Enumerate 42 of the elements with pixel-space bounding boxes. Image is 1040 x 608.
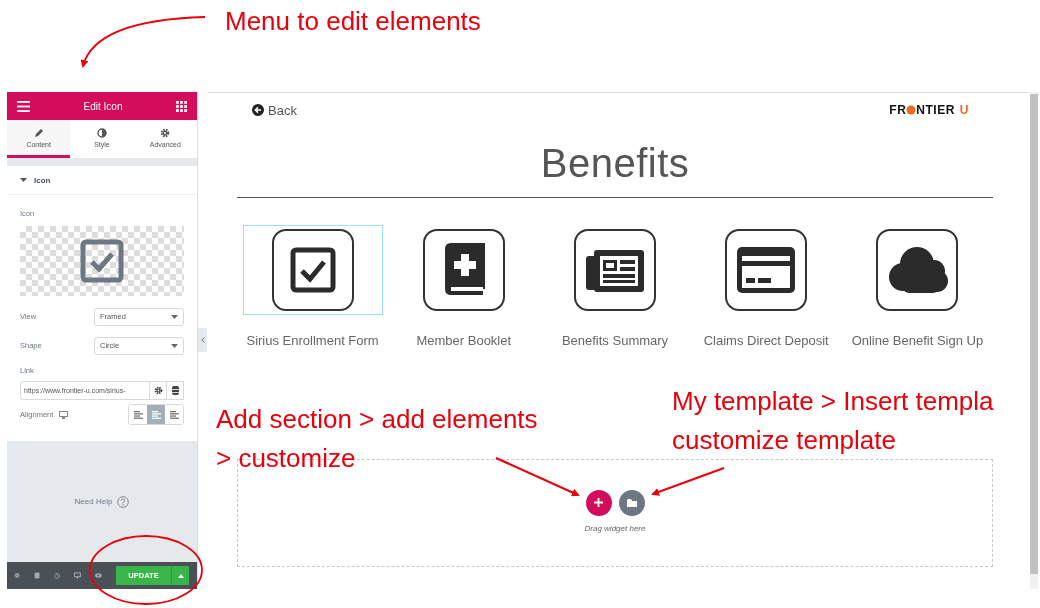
page-heading: Benefits [539,140,691,187]
back-arrow-icon [252,104,264,116]
caret-icon [20,177,27,183]
credit-card-icon [737,247,796,293]
desktop-icon[interactable] [59,410,69,419]
back-link[interactable]: Back [252,102,297,118]
caret-icon [171,343,178,348]
menu-icon[interactable] [17,100,30,112]
collapse-handle[interactable] [198,328,207,352]
checkbox-icon [80,239,124,283]
add-section-icon[interactable] [585,489,612,516]
caret-icon [171,314,178,319]
panel-title: Edit Icon [83,100,123,112]
settings-icon[interactable] [150,381,167,400]
grid-icon[interactable] [176,100,187,112]
help-link[interactable]: Need Help [74,497,113,506]
annotation-text: My template > Insert templa customize template [672,385,994,457]
contrast-icon [97,127,107,138]
align-center-icon[interactable] [147,405,165,424]
help-icon[interactable] [117,495,130,508]
widget-caption: Member Booklet [416,333,512,348]
annotation-text: Menu to edit elements [225,5,481,38]
widget-caption: Online Benefit Sign Up [851,333,984,348]
folder-icon[interactable] [618,489,645,516]
widget-caption: Claims Direct Deposit [703,333,829,348]
pencil-icon [33,127,44,138]
layers-icon[interactable] [34,571,41,580]
drop-hint: Drag widget here [584,523,646,533]
scrollbar[interactable] [1030,92,1038,589]
eye-icon[interactable] [95,572,102,579]
brand-logo[interactable]: FR NTIER U [889,103,969,117]
widget-caption: Benefits Summary [561,333,669,348]
section-header[interactable]: Icon [7,166,197,195]
widget-caption: Sirius Enrollment Form [246,333,379,348]
benefit-widget[interactable] [242,225,383,315]
newspaper-icon [586,248,644,292]
desktop-icon[interactable] [74,571,82,580]
history-icon[interactable] [54,571,61,580]
settings-icon [160,127,171,138]
caret-icon[interactable] [171,566,189,585]
database-icon[interactable] [167,381,184,400]
checkbox-icon [289,247,336,293]
